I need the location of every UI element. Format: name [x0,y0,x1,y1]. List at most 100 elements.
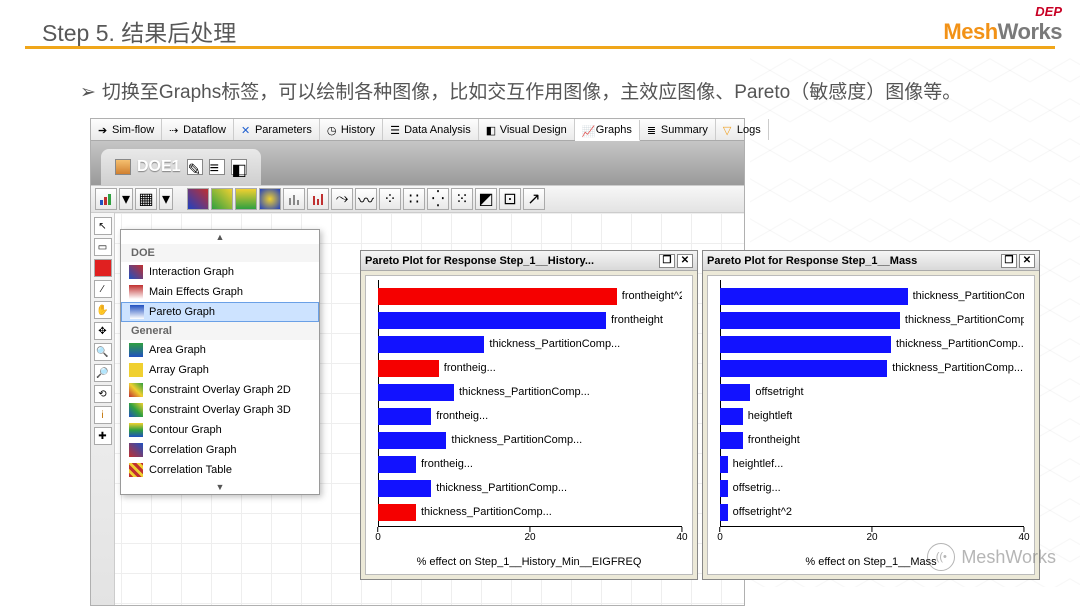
tb-bars1-icon[interactable] [283,188,305,210]
vbtn-info-icon[interactable]: i [94,406,112,424]
tab-history[interactable]: ◷History [320,119,383,140]
dropdown-section-doe: DOE [121,244,319,262]
vbtn-line-icon[interactable]: ∕ [94,280,112,298]
dropdown-item-contour-graph[interactable]: Contour Graph [121,420,319,440]
graph-type-dropdown: ▲ DOE Interaction Graph Main Effects Gra… [120,229,320,495]
action1-icon[interactable]: ≡ [209,159,225,175]
doe-tab[interactable]: DOE1 ✎ ≡ ◧ [101,149,261,185]
bar-label: thickness_PartitionComp... [913,290,1024,302]
area-graph-icon [129,343,143,357]
vbtn-zoomin-icon[interactable]: 🔍 [94,343,112,361]
chart1-titlebar[interactable]: Pareto Plot for Response Step_1__History… [361,251,697,271]
bar [720,408,743,425]
dropdown-item-constraint-2d[interactable]: Constraint Overlay Graph 2D [121,380,319,400]
vbtn-marquee-icon[interactable]: ▭ [94,238,112,256]
dropdown-item-interaction-graph[interactable]: Interaction Graph [121,262,319,282]
chart1-close-icon[interactable]: ✕ [677,254,693,268]
dropdown-item-pareto-graph[interactable]: Pareto Graph [121,302,319,322]
tab-graphs[interactable]: 📈Graphs [575,120,640,141]
tb-custom3-icon[interactable]: ↗ [523,188,545,210]
bar-row: offsetrig... [720,476,1024,500]
bar-label: offsetright^2 [733,506,792,518]
chart2-close-icon[interactable]: ✕ [1019,254,1035,268]
tab-summary[interactable]: ≣Summary [640,119,716,140]
vbtn-zoomout-icon[interactable]: 🔎 [94,364,112,382]
tb-line1-icon[interactable]: ⤳ [331,188,353,210]
vbtn-reset-icon[interactable]: ⟲ [94,385,112,403]
vbtn-move-icon[interactable]: ✥ [94,322,112,340]
scroll-up-icon[interactable]: ▲ [121,230,319,244]
bar-label: frontheight^2 [622,290,682,302]
tb-scatter2-icon[interactable]: ∷ [403,188,425,210]
bar [378,384,454,401]
tb-custom1-icon[interactable]: ◩ [475,188,497,210]
visual-design-icon: ◧ [486,124,497,135]
vbtn-pin-icon[interactable]: ✚ [94,427,112,445]
bar [720,384,750,401]
constraint-3d-icon [129,403,143,417]
bar-label: offsetright [755,386,803,398]
tb-dropdown-icon[interactable]: ▾ [119,188,133,210]
tb-heat2-icon[interactable] [211,188,233,210]
tb-surface-icon[interactable] [235,188,257,210]
bar-row: thickness_PartitionComp... [720,332,1024,356]
arrow-right-icon: ➔ [98,124,109,135]
bar-label: frontheig... [444,362,496,374]
bar [720,360,887,377]
constraint-2d-icon [129,383,143,397]
bar [378,336,484,353]
dropdown-item-correlation-table[interactable]: Correlation Table [121,460,319,480]
body-text: ➢切换至Graphs标签，可以绘制各种图像，比如交互作用图像，主效应图像、Par… [80,77,961,104]
tab-dataflow[interactable]: ⇢Dataflow [162,119,234,140]
vbtn-select-icon[interactable]: ↖ [94,217,112,235]
dropdown-item-correlation-graph[interactable]: Correlation Graph [121,440,319,460]
main-effects-icon [129,285,143,299]
chart1-body: frontheight^2frontheightthickness_Partit… [365,275,693,575]
brand-meshworks: MeshWorks [943,19,1062,45]
dropdown-item-array-graph[interactable]: Array Graph [121,360,319,380]
tb-line2-icon[interactable]: 〰 [355,188,377,210]
tb-scatter4-icon[interactable]: ⁙ [451,188,473,210]
bar-label: heightlef... [733,458,784,470]
dropdown-item-constraint-3d[interactable]: Constraint Overlay Graph 3D [121,400,319,420]
chart1-maximize-icon[interactable]: ❐ [659,254,675,268]
pareto-chart-history: Pareto Plot for Response Step_1__History… [360,250,698,580]
tb-bars2-icon[interactable] [307,188,329,210]
tb-dropdown2-icon[interactable]: ▾ [159,188,173,210]
chart1-title: Pareto Plot for Response Step_1__History… [365,255,594,267]
bar [720,312,900,329]
edit-icon[interactable]: ✎ [187,159,203,175]
chart2-bars: thickness_PartitionComp... thickness_Part… [720,284,1024,526]
tab-logs[interactable]: ▽Logs [716,119,769,140]
action2-icon[interactable]: ◧ [231,159,247,175]
bar-label: thickness_PartitionComp... [892,362,1023,374]
bar [720,336,891,353]
bar [378,360,439,377]
scroll-down-icon[interactable]: ▼ [121,480,319,494]
bar-row: thickness_PartitionComp... [720,356,1024,380]
tab-visual-design[interactable]: ◧Visual Design [479,119,575,140]
tb-heat1-icon[interactable] [187,188,209,210]
tb-grid-icon[interactable]: ▦ [135,188,157,210]
tab-sim-flow[interactable]: ➔Sim-flow [91,119,162,140]
tb-scatter1-icon[interactable]: ⁘ [379,188,401,210]
chart2-titlebar[interactable]: Pareto Plot for Response Step_1__Mass ❐ … [703,251,1039,271]
title-underline [25,46,1055,49]
dropdown-item-area-graph[interactable]: Area Graph [121,340,319,360]
tab-parameters[interactable]: ✕Parameters [234,119,320,140]
tb-scatter3-icon[interactable]: ⁛ [427,188,449,210]
chart2-maximize-icon[interactable]: ❐ [1001,254,1017,268]
vbtn-color-icon[interactable] [94,259,112,277]
vbtn-hand-icon[interactable]: ✋ [94,301,112,319]
brand-dep: DEP [943,4,1062,19]
tab-data-analysis[interactable]: ☰Data Analysis [383,119,479,140]
tb-contour-icon[interactable] [259,188,281,210]
dropdown-item-main-effects-graph[interactable]: Main Effects Graph [121,282,319,302]
bar-label: frontheight [748,434,800,446]
tb-chart-type-icon[interactable] [95,188,117,210]
watermark-icon: ((• [927,543,955,571]
bar [720,504,728,521]
tb-custom2-icon[interactable]: ⊡ [499,188,521,210]
bar [720,432,743,449]
bar-row: offsetright^2 [720,500,1024,524]
